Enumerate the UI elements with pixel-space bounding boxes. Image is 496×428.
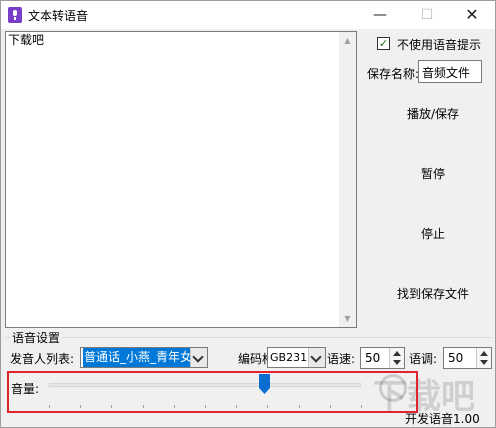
editor-text: 下载吧: [8, 33, 45, 47]
app-window: 文本转语音 — ☐ ✕ 下载吧 ▲ ▼ ✓ 不使用语音提示 保存名称: 音频文件…: [0, 0, 496, 428]
title-bar: 文本转语音 — ☐ ✕: [1, 1, 495, 29]
speaker-selected-value: 普通话_小燕_青年女: [83, 348, 194, 367]
arrow-up-icon[interactable]: [393, 351, 401, 356]
tone-stepper[interactable]: 50: [443, 347, 492, 369]
scroll-down-icon[interactable]: ▼: [339, 310, 356, 327]
stop-button[interactable]: 停止: [383, 220, 483, 248]
microphone-icon: [8, 7, 22, 23]
text-input-area[interactable]: 下载吧 ▲ ▼: [5, 31, 357, 328]
voice-settings-divider: [5, 337, 493, 338]
save-name-input[interactable]: 音频文件: [418, 60, 482, 83]
chevron-down-icon[interactable]: [308, 348, 325, 367]
tone-spin-buttons[interactable]: [476, 348, 491, 368]
arrow-down-icon[interactable]: [393, 360, 401, 365]
voice-settings-title: 语音设置: [10, 329, 63, 346]
speed-stepper[interactable]: 50: [360, 347, 405, 369]
no-voice-prompt-label[interactable]: 不使用语音提示: [397, 36, 481, 53]
encoding-select[interactable]: GB2312: [267, 347, 326, 368]
maximize-button[interactable]: ☐: [404, 1, 450, 29]
chevron-down-icon[interactable]: [190, 348, 207, 367]
no-voice-prompt-checkbox[interactable]: ✓: [377, 37, 390, 50]
speed-label: 语速:: [327, 352, 356, 366]
window-title: 文本转语音: [28, 9, 89, 23]
speed-value: 50: [365, 351, 381, 365]
scroll-up-icon[interactable]: ▲: [339, 32, 356, 49]
tone-value: 50: [448, 351, 464, 365]
arrow-up-icon[interactable]: [480, 351, 488, 356]
close-button[interactable]: ✕: [449, 1, 495, 29]
speed-spin-buttons[interactable]: [389, 348, 404, 368]
minimize-button[interactable]: —: [357, 1, 403, 29]
tone-label: 语调:: [409, 352, 438, 366]
arrow-down-icon[interactable]: [480, 360, 488, 365]
vertical-scrollbar[interactable]: ▲ ▼: [339, 32, 356, 327]
speaker-label: 发音人列表:: [10, 352, 75, 366]
pause-button[interactable]: 暂停: [383, 160, 483, 188]
volume-highlight-box: [7, 371, 418, 413]
brand-label: 开发语音1.00: [405, 412, 480, 426]
play-save-button[interactable]: 播放/保存: [383, 100, 483, 128]
save-name-label: 保存名称:: [367, 67, 420, 81]
speaker-select[interactable]: 普通话_小燕_青年女: [80, 347, 208, 368]
find-saved-file-button[interactable]: 找到保存文件: [383, 280, 483, 308]
